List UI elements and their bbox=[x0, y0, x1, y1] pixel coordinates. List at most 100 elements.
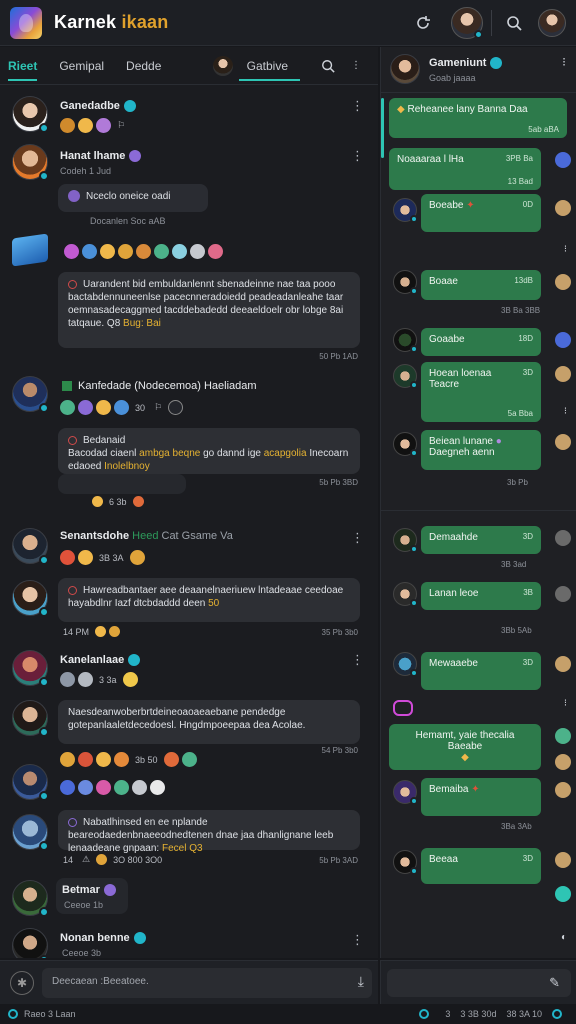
message-bubble[interactable]: Naesdeanwoberbrtdeineoaoaeaebane pendedg… bbox=[58, 700, 360, 744]
app-logo[interactable] bbox=[10, 6, 42, 39]
chat-title[interactable]: Gameniunt bbox=[429, 57, 503, 70]
tab-dedde[interactable]: Dedde bbox=[126, 49, 161, 83]
avatar[interactable] bbox=[393, 652, 418, 677]
avatar[interactable] bbox=[393, 582, 418, 607]
more-menu-icon[interactable]: ⋮ bbox=[351, 98, 364, 114]
message-bubble[interactable]: Beeaa 3D bbox=[421, 848, 541, 884]
tab-gemipal[interactable]: Gemipal bbox=[59, 49, 104, 83]
avatar[interactable] bbox=[555, 586, 571, 602]
message-bubble[interactable]: Demaahde 3D bbox=[421, 526, 541, 554]
avatar[interactable] bbox=[393, 198, 418, 223]
message-bubble[interactable]: Mewaaebe 3D bbox=[421, 652, 541, 690]
search-icon[interactable] bbox=[500, 9, 528, 37]
avatar[interactable] bbox=[555, 200, 571, 216]
avatar[interactable] bbox=[12, 650, 49, 687]
avatar[interactable] bbox=[12, 580, 49, 617]
avatar[interactable] bbox=[555, 274, 571, 290]
quoted-message[interactable]: Nceclo oneice oadi bbox=[58, 184, 208, 212]
avatar[interactable] bbox=[555, 656, 571, 672]
more-menu-icon[interactable]: ⁝ bbox=[562, 55, 566, 69]
reaction-row[interactable]: 3 3a bbox=[60, 672, 138, 687]
post-author[interactable]: Betmar bbox=[62, 884, 116, 897]
profile-avatar[interactable] bbox=[451, 6, 483, 39]
avatar[interactable] bbox=[12, 700, 49, 737]
reaction-row[interactable]: ⚐ bbox=[60, 118, 128, 133]
reaction-row[interactable]: 30 ⚐ bbox=[60, 400, 184, 415]
tab-gatbive[interactable]: Gatbive bbox=[238, 49, 301, 83]
message-bubble[interactable]: Uarandent bid embuldanlennt sbenadeinne … bbox=[58, 272, 360, 348]
message-bubble[interactable]: Hawreadbantaer aee deaanelnaeriuew lntad… bbox=[58, 578, 360, 622]
more-menu-icon[interactable]: ⁝ bbox=[564, 406, 567, 417]
more-menu-icon[interactable]: ◐ bbox=[561, 932, 567, 943]
post-author[interactable]: Kanelanlaae bbox=[60, 654, 141, 667]
post-author[interactable]: Hanat lhame bbox=[60, 150, 142, 163]
game-icon[interactable] bbox=[12, 233, 48, 267]
avatar[interactable] bbox=[12, 528, 49, 565]
avatar[interactable] bbox=[393, 364, 418, 389]
message-bubble[interactable]: Bemaiba ✦ bbox=[421, 778, 541, 816]
avatar[interactable] bbox=[12, 814, 49, 851]
avatar[interactable] bbox=[393, 328, 418, 353]
scroll-indicator[interactable] bbox=[381, 98, 384, 158]
message-bubble[interactable]: Boeabe ✦ 0D bbox=[421, 194, 541, 232]
reaction-row[interactable]: 14 PM bbox=[60, 626, 121, 637]
avatar[interactable] bbox=[555, 728, 571, 744]
more-menu-icon[interactable]: ⋮ bbox=[342, 52, 370, 80]
tab-avatar[interactable] bbox=[212, 55, 233, 76]
download-icon[interactable]: ⤓ bbox=[358, 973, 364, 990]
send-icon[interactable]: ✎ bbox=[549, 975, 560, 991]
avatar[interactable] bbox=[393, 780, 418, 805]
more-menu-icon[interactable]: ⋮ bbox=[351, 530, 364, 546]
message-bubble[interactable]: Beiean lunane ● Daegneh aenn bbox=[421, 430, 541, 470]
message-bubble[interactable]: Hoean loenaa Teacre 3D 5a Bba bbox=[421, 362, 541, 422]
message-bubble[interactable]: Noaaaraa l lHa 3PB Ba 13 Bad bbox=[389, 148, 541, 190]
post-author[interactable]: Kanfedade (Nodecemoa) Haeliadam bbox=[62, 380, 257, 392]
avatar[interactable] bbox=[12, 96, 49, 133]
more-menu-icon[interactable]: ⁝ bbox=[564, 244, 567, 255]
chat-input[interactable] bbox=[387, 969, 571, 997]
search-icon[interactable] bbox=[314, 52, 342, 80]
avatar[interactable] bbox=[555, 886, 571, 902]
reaction-icon[interactable] bbox=[78, 118, 93, 133]
message-input[interactable]: Deecaean :Beeatoee. bbox=[42, 968, 372, 998]
reaction-row[interactable]: 14 ⚠ 3O 800 3O0 bbox=[60, 854, 165, 865]
message-bubble[interactable]: Boaae 13dB bbox=[421, 270, 541, 300]
tab-rieet[interactable]: Rieet bbox=[8, 49, 38, 83]
reply-chip[interactable] bbox=[58, 474, 186, 494]
more-menu-icon[interactable]: ⋮ bbox=[351, 932, 364, 948]
reaction-row[interactable]: 3b 50 bbox=[60, 752, 197, 767]
emoji-icon[interactable] bbox=[393, 700, 413, 716]
avatar[interactable] bbox=[555, 434, 571, 450]
reaction-row[interactable] bbox=[60, 780, 165, 795]
avatar[interactable] bbox=[393, 528, 418, 553]
avatar[interactable] bbox=[12, 376, 49, 413]
refresh-icon[interactable] bbox=[409, 9, 437, 37]
reaction-row[interactable] bbox=[64, 244, 223, 259]
message-bubble[interactable]: Lanan leoe 3B bbox=[421, 582, 541, 610]
message-bubble[interactable]: Goaabe 18D bbox=[421, 328, 541, 356]
avatar[interactable] bbox=[12, 764, 49, 801]
attach-icon[interactable]: ✱ bbox=[10, 971, 34, 995]
post-author[interactable]: Ganedadbe bbox=[60, 100, 136, 113]
more-menu-icon[interactable]: ⋮ bbox=[351, 652, 364, 668]
secondary-avatar[interactable] bbox=[538, 8, 566, 37]
message-bubble[interactable]: Bedanaid Bacodad ciaenl ambga beqne go d… bbox=[58, 428, 360, 474]
avatar[interactable] bbox=[555, 366, 571, 382]
avatar[interactable] bbox=[393, 270, 418, 295]
avatar[interactable] bbox=[12, 144, 49, 181]
avatar[interactable] bbox=[555, 152, 571, 168]
reaction-row[interactable]: 3B 3A bbox=[60, 550, 145, 565]
more-menu-icon[interactable]: ⋮ bbox=[351, 148, 364, 164]
avatar[interactable] bbox=[393, 432, 418, 457]
message-bubble[interactable]: Hemamt, yaie thecalia Baeabe ◆ bbox=[389, 724, 541, 770]
message-bubble[interactable]: ◆ Reheanee lany Banna Daa 5ab aBA bbox=[389, 98, 567, 138]
avatar[interactable] bbox=[393, 850, 418, 875]
reaction-icon[interactable] bbox=[60, 118, 75, 133]
avatar[interactable] bbox=[555, 332, 571, 348]
post-author[interactable]: Senantsdohe Heed Cat Gsame Va bbox=[60, 530, 233, 542]
reaction-icon[interactable] bbox=[96, 118, 111, 133]
post-author[interactable]: Nonan benne bbox=[60, 932, 146, 945]
message-bubble[interactable]: Nabatlhinsed en ee nplande beareodaedenb… bbox=[58, 810, 360, 854]
more-menu-icon[interactable]: ⁝ bbox=[564, 698, 567, 709]
avatar[interactable] bbox=[12, 928, 49, 958]
